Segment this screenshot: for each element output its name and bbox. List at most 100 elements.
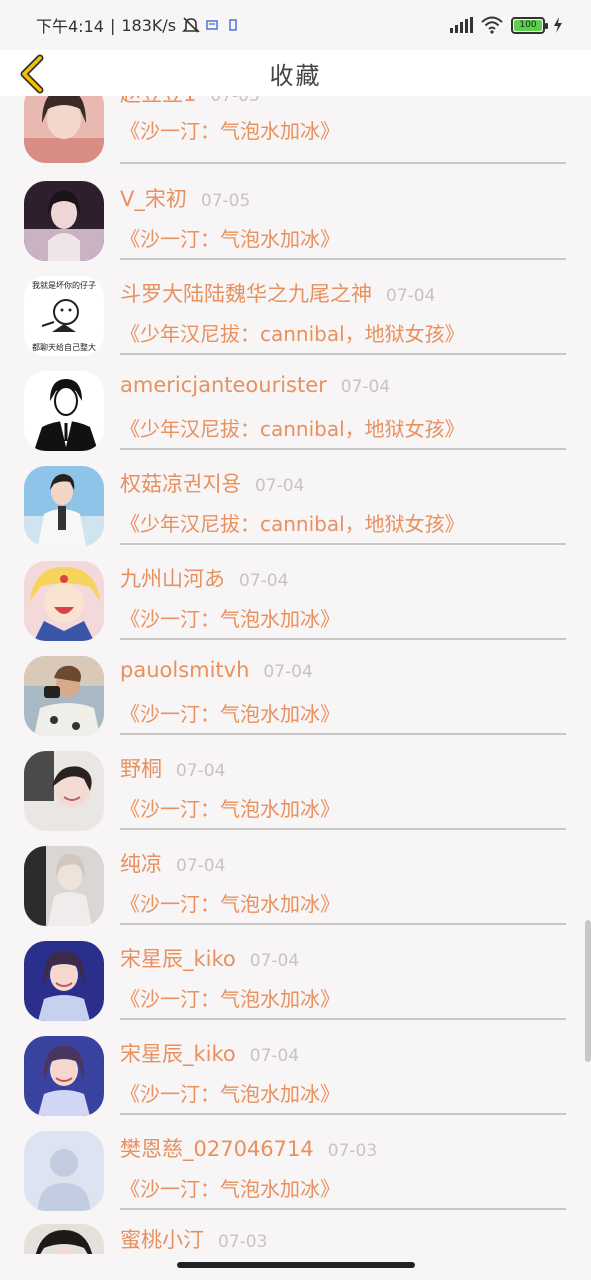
- user-name: 樊恩慈_027046714: [120, 1137, 314, 1161]
- song-title: 《沙一汀：气泡水加冰》: [120, 1177, 340, 1201]
- favorite-date: 07-04: [249, 951, 300, 971]
- song-title: 《沙一汀：气泡水加冰》: [120, 119, 340, 143]
- avatar: 我就是坏你的仔子 都聊天给自己整大: [24, 276, 104, 356]
- list-item[interactable]: 樊恩慈_027046714 07-03 《沙一汀：气泡水加冰》: [0, 1123, 591, 1218]
- user-name: 宋星辰_kiko: [120, 947, 236, 971]
- list-item[interactable]: americjanteourister 07-04 《少年汉尼拔：canniba…: [0, 363, 591, 458]
- favorites-list: 赵豆豆1 07-05 《沙一汀：气泡水加冰》 V_宋初 07-05 《沙一汀：气…: [0, 96, 591, 1254]
- avatar: [24, 1224, 104, 1254]
- mute-icon: [182, 17, 201, 33]
- name-row: 权菇凉권지용 07-04: [120, 468, 304, 498]
- status-speed: 183K/s: [121, 15, 177, 35]
- song-title: 《沙一汀：气泡水加冰》: [120, 892, 340, 916]
- favorite-date: 07-03: [327, 1141, 378, 1161]
- user-name: 斗罗大陆陆魏华之九尾之神: [120, 282, 372, 306]
- song-title: 《少年汉尼拔：cannibal，地狱女孩》: [120, 417, 465, 441]
- divider: [120, 733, 566, 735]
- favorite-date: 07-04: [176, 856, 226, 876]
- favorite-date: 07-04: [249, 1046, 300, 1066]
- list-item[interactable]: 宋星辰_kiko 07-04 《沙一汀：气泡水加冰》: [0, 1028, 591, 1123]
- song-title: 《沙一汀：气泡水加冰》: [120, 607, 340, 631]
- user-name: V_宋初: [120, 187, 187, 211]
- name-row: 蜜桃小汀 07-03: [120, 1224, 267, 1254]
- divider: [120, 162, 566, 164]
- signal-icon: [450, 17, 473, 33]
- favorite-date: 07-04: [239, 571, 289, 591]
- divider: [120, 638, 566, 640]
- list-item[interactable]: 蜜桃小汀 07-03: [0, 1218, 591, 1254]
- divider: [120, 1113, 566, 1115]
- list-item[interactable]: 宋星辰_kiko 07-04 《沙一汀：气泡水加冰》: [0, 933, 591, 1028]
- favorite-date: 07-04: [176, 761, 226, 781]
- wifi-icon: [481, 16, 503, 34]
- name-row: V_宋初 07-05: [120, 183, 250, 213]
- avatar-caption-top: 我就是坏你的仔子: [32, 280, 96, 290]
- avatar: [24, 181, 104, 261]
- divider: [120, 828, 566, 830]
- status-time: 下午4:14: [36, 17, 104, 36]
- default-avatar-icon: [24, 1131, 104, 1211]
- song-title: 《少年汉尼拔：cannibal，地狱女孩》: [120, 322, 465, 346]
- back-arrow-icon[interactable]: [14, 54, 54, 94]
- user-name: 宋星辰_kiko: [120, 1042, 236, 1066]
- favorites-screen: 下午4:14 | 183K/s 100 收藏 07-05 《沙一汀：气泡水加冰》…: [0, 0, 591, 1280]
- avatar: [24, 1131, 104, 1211]
- charging-icon: [554, 17, 562, 33]
- divider: [120, 258, 566, 260]
- avatar: [24, 846, 104, 926]
- song-title: 《沙一汀：气泡水加冰》: [120, 987, 340, 1011]
- avatar: [24, 656, 104, 736]
- avatar: [24, 751, 104, 831]
- avatar: [24, 466, 104, 546]
- user-name: 纯凉: [120, 852, 162, 876]
- name-row: 赵豆豆1 07-05: [120, 96, 260, 108]
- favorite-date: 07-04: [263, 662, 313, 682]
- battery-level: 100: [514, 19, 542, 31]
- status-divider: |: [109, 15, 116, 35]
- divider: [120, 1018, 566, 1020]
- user-name: 权菇凉권지용: [120, 472, 241, 496]
- list-item[interactable]: 九州山河あ 07-04 《沙一汀：气泡水加冰》: [0, 553, 591, 648]
- list-item[interactable]: 纯凉 07-04 《沙一汀：气泡水加冰》: [0, 838, 591, 933]
- name-row: 宋星辰_kiko 07-04: [120, 943, 299, 973]
- list-item[interactable]: V_宋初 07-05 《沙一汀：气泡水加冰》: [0, 173, 591, 268]
- song-title: 《沙一汀：气泡水加冰》: [120, 797, 340, 821]
- user-name: pauolsmitvh: [120, 658, 250, 682]
- name-row: 宋星辰_kiko 07-04: [120, 1038, 299, 1068]
- song-title: 《少年汉尼拔：cannibal，地狱女孩》: [120, 512, 465, 536]
- favorite-date: 07-05: [200, 191, 251, 211]
- song-title: 《沙一汀：气泡水加冰》: [120, 702, 340, 726]
- divider: [120, 448, 566, 450]
- home-indicator[interactable]: [177, 1262, 415, 1268]
- name-row: pauolsmitvh 07-04: [120, 658, 313, 682]
- battery-icon: 100: [511, 16, 548, 34]
- list-item[interactable]: pauolsmitvh 07-04 《沙一汀：气泡水加冰》: [0, 648, 591, 743]
- song-title: 《沙一汀：气泡水加冰》: [120, 227, 340, 251]
- status-bar: 下午4:14 | 183K/s 100: [0, 0, 591, 50]
- list-item[interactable]: 野桐 07-04 《沙一汀：气泡水加冰》: [0, 743, 591, 838]
- user-name: 野桐: [120, 757, 162, 781]
- name-row: 野桐 07-04: [120, 753, 225, 783]
- user-name: americjanteourister: [120, 373, 327, 397]
- user-name: 蜜桃小汀: [120, 1228, 204, 1252]
- status-right: 100: [450, 16, 563, 34]
- list-item[interactable]: 权菇凉권지용 07-04 《少年汉尼拔：cannibal，地狱女孩》: [0, 458, 591, 553]
- avatar: [24, 941, 104, 1021]
- avatar: [24, 561, 104, 641]
- page-title: 收藏: [269, 61, 322, 90]
- avatar-caption-bottom: 都聊天给自己整大: [32, 342, 96, 352]
- name-row: 九州山河あ 07-04: [120, 563, 288, 593]
- list-item[interactable]: 赵豆豆1 07-05 《沙一汀：气泡水加冰》: [0, 96, 591, 173]
- name-row: 斗罗大陆陆魏华之九尾之神 07-04: [120, 278, 435, 308]
- name-row: 纯凉 07-04: [120, 848, 225, 878]
- favorite-date: 07-04: [386, 286, 436, 306]
- scrollbar[interactable]: [585, 920, 591, 1062]
- name-row: 樊恩慈_027046714 07-03: [120, 1133, 377, 1163]
- user-name: 九州山河あ: [120, 567, 225, 591]
- app-notification-icon: [229, 19, 237, 31]
- list-item[interactable]: 我就是坏你的仔子 都聊天给自己整大 斗罗大陆陆魏华之九尾之神 07-04 《少年汉…: [0, 268, 591, 363]
- divider: [120, 1208, 566, 1210]
- name-row: americjanteourister 07-04: [120, 373, 390, 397]
- divider: [120, 543, 566, 545]
- song-title: 《沙一汀：气泡水加冰》: [120, 1082, 340, 1106]
